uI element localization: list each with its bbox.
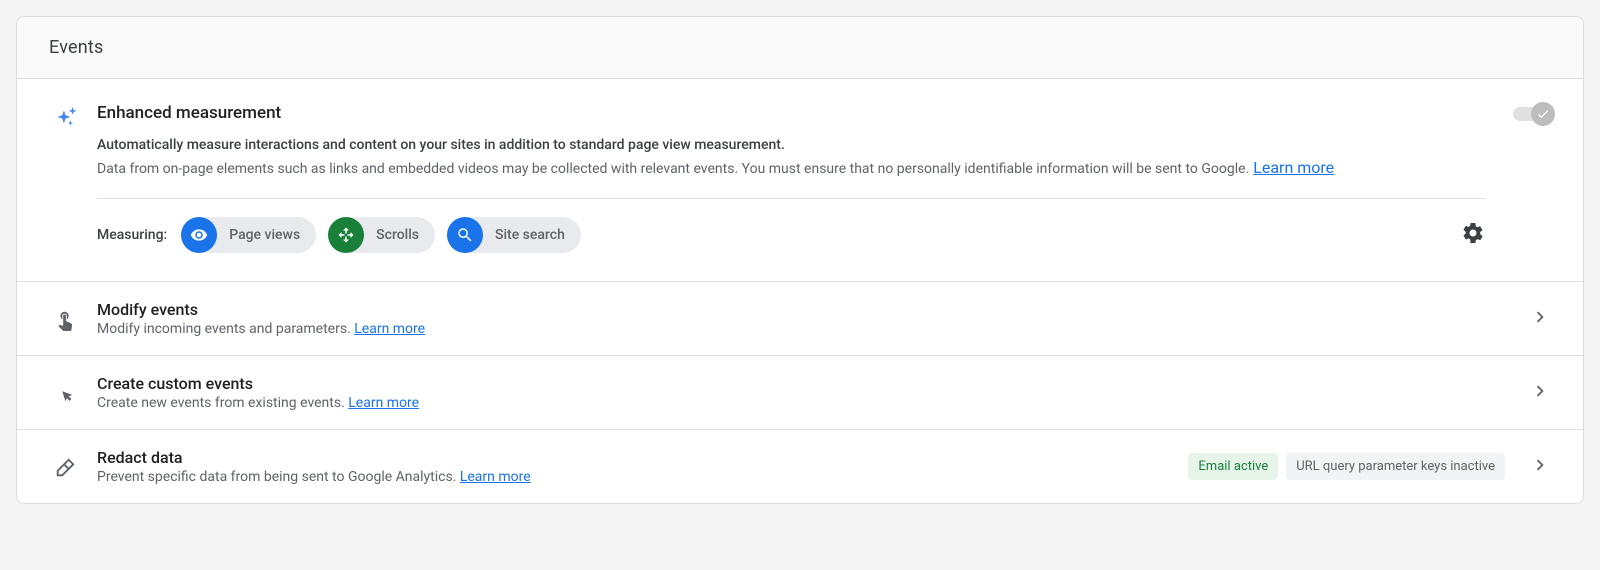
row-desc: Modify incoming events and parameters.: [97, 321, 354, 337]
modify-learn-more-link[interactable]: Learn more: [354, 321, 425, 337]
enhanced-desc-sub: Data from on-page elements such as links…: [97, 161, 1249, 177]
enhanced-title: Enhanced measurement: [97, 103, 1485, 123]
tag-url-inactive: URL query parameter keys inactive: [1286, 453, 1505, 480]
row-title: Modify events: [97, 300, 1513, 319]
row-title: Create custom events: [97, 374, 1513, 393]
chip-label: Page views: [229, 227, 300, 243]
row-desc: Prevent specific data from being sent to…: [97, 469, 460, 485]
modify-events-row[interactable]: Modify events Modify incoming events and…: [17, 282, 1583, 356]
enhanced-desc-bold: Automatically measure interactions and c…: [97, 135, 1485, 156]
scroll-icon: [328, 217, 364, 253]
chip-page-views[interactable]: Page views: [181, 217, 316, 253]
card-title: Events: [49, 37, 1551, 58]
enhanced-toggle[interactable]: [1513, 107, 1551, 121]
row-desc: Create new events from existing events.: [97, 395, 348, 411]
tag-email-active: Email active: [1188, 453, 1278, 480]
chip-label: Scrolls: [376, 227, 419, 243]
touch-icon: [49, 307, 81, 331]
eraser-icon: [49, 455, 81, 479]
redact-data-row[interactable]: Redact data Prevent specific data from b…: [17, 430, 1583, 503]
chip-scrolls[interactable]: Scrolls: [328, 217, 435, 253]
create-learn-more-link[interactable]: Learn more: [348, 395, 419, 411]
search-icon: [447, 217, 483, 253]
enhanced-measurement-section: Enhanced measurement Automatically measu…: [17, 79, 1583, 282]
card-header: Events: [17, 17, 1583, 79]
redact-learn-more-link[interactable]: Learn more: [460, 469, 531, 485]
chip-site-search[interactable]: Site search: [447, 217, 581, 253]
toggle-knob: [1531, 102, 1555, 126]
enhanced-learn-more-link[interactable]: Learn more: [1253, 158, 1334, 177]
eye-icon: [181, 217, 217, 253]
chevron-right-icon: [1529, 454, 1551, 480]
divider: [97, 198, 1485, 199]
measuring-label: Measuring:: [97, 227, 167, 243]
events-card: Events Enhanced measurement Automaticall…: [16, 16, 1584, 504]
chevron-right-icon: [1529, 380, 1551, 406]
chip-label: Site search: [495, 227, 565, 243]
cursor-click-icon: [49, 381, 81, 405]
sparkle-icon: [49, 103, 81, 131]
row-title: Redact data: [97, 448, 1172, 467]
create-custom-events-row[interactable]: Create custom events Create new events f…: [17, 356, 1583, 430]
chevron-right-icon: [1529, 306, 1551, 332]
gear-icon[interactable]: [1461, 221, 1485, 249]
